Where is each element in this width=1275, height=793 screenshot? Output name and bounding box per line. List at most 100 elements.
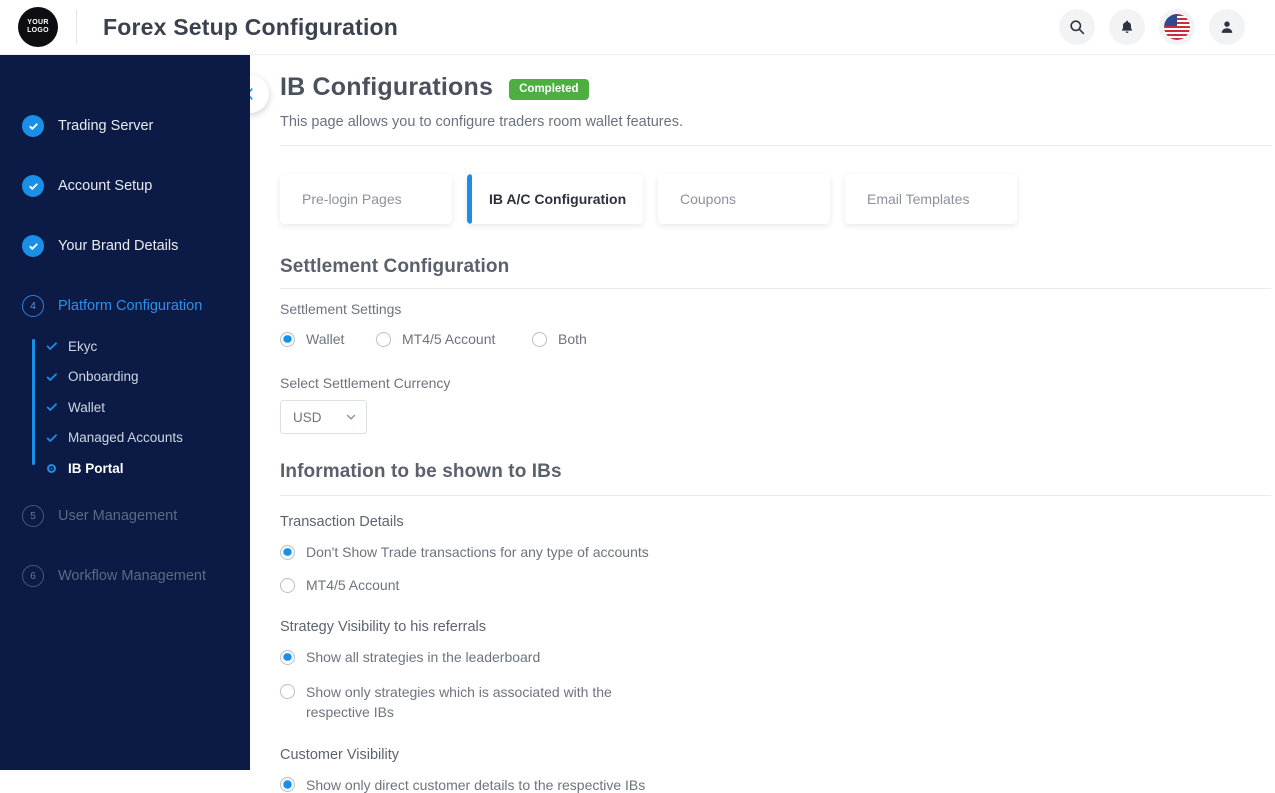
sidebar-item-your-brand-details[interactable]: Your Brand Details [0, 231, 250, 261]
sidebar-item-user-management[interactable]: 5 User Management [0, 501, 250, 531]
tab-bar: Pre-login Pages IB A/C Configuration Cou… [280, 174, 1275, 224]
radio-option-show-only-associated-strategies[interactable]: Show only strategies which is associated… [280, 682, 1275, 723]
tab-label: Email Templates [867, 191, 970, 207]
bell-icon[interactable] [1109, 9, 1145, 45]
radio-label: Wallet [306, 331, 345, 347]
radio-option-dont-show-trade-transactions[interactable]: Don't Show Trade transactions for any ty… [280, 544, 1275, 560]
sidebar-item-label: Platform Configuration [58, 298, 203, 314]
header-divider [76, 10, 77, 44]
radio-button[interactable] [376, 331, 391, 347]
radio-label: Show all strategies in the leaderboard [306, 649, 541, 665]
tab-coupons[interactable]: Coupons [658, 174, 830, 224]
sidebar-subitem-wallet[interactable]: Wallet [46, 396, 250, 418]
settlement-rule [280, 288, 1271, 289]
settlement-currency-label: Select Settlement Currency [280, 375, 451, 391]
sidebar-subnav: Ekyc Onboarding Wallet Managed Accounts [0, 335, 250, 479]
search-icon[interactable] [1059, 9, 1095, 45]
sidebar-subitem-label: Ekyc [68, 338, 98, 354]
logo[interactable]: YOUR LOGO [0, 7, 76, 47]
tab-email-templates[interactable]: Email Templates [845, 174, 1017, 224]
check-icon [22, 115, 44, 137]
logo-badge: YOUR LOGO [18, 7, 58, 47]
check-icon [46, 401, 60, 413]
settlement-section: Settlement Configuration Settlement Sett… [280, 256, 1275, 434]
transaction-details-radio-group: Don't Show Trade transactions for any ty… [280, 544, 1275, 593]
radio-option-show-all-strategies[interactable]: Show all strategies in the leaderboard [280, 649, 1275, 665]
customer-visibility-radio-group: Show only direct customer details to the… [280, 777, 1275, 793]
radio-button[interactable] [280, 777, 295, 793]
sidebar-item-label: Workflow Management [58, 568, 207, 584]
page-title: IB Configurations [280, 73, 494, 101]
settlement-settings-label: Settlement Settings [280, 301, 402, 317]
sidebar-subitem-onboarding[interactable]: Onboarding [46, 366, 250, 388]
status-badge: Completed [509, 79, 589, 100]
tab-ib-ac-configuration[interactable]: IB A/C Configuration [467, 174, 643, 224]
radio-label: Both [558, 331, 587, 347]
radio-button[interactable] [280, 544, 295, 560]
strategy-visibility-label: Strategy Visibility to his referrals [280, 619, 487, 635]
radio-button[interactable] [280, 649, 295, 665]
subnav-indicator-line [32, 339, 35, 465]
sidebar-item-workflow-management[interactable]: 6 Workflow Management [0, 561, 250, 591]
settlement-settings-radio-group: Wallet MT4/5 Account Both [280, 331, 1275, 347]
active-dot-icon [46, 463, 60, 473]
radio-option-both[interactable]: Both [532, 331, 587, 347]
sidebar-subitem-ekyc[interactable]: Ekyc [46, 335, 250, 357]
step-number-6: 6 [22, 565, 44, 587]
active-tab-indicator [467, 174, 472, 224]
radio-button[interactable] [532, 331, 547, 347]
check-icon [46, 432, 60, 444]
settlement-section-title: Settlement Configuration [280, 256, 510, 277]
tab-pre-login-pages[interactable]: Pre-login Pages [280, 174, 452, 224]
strategy-visibility-radio-group: Show all strategies in the leaderboard S… [280, 649, 1275, 723]
page-header: IB Configurations Completed This page al… [280, 55, 1275, 146]
check-icon [46, 340, 60, 352]
check-icon [22, 175, 44, 197]
information-rule [280, 495, 1271, 496]
top-bar-actions [1059, 9, 1245, 45]
sidebar-subitem-ib-portal[interactable]: IB Portal [46, 457, 250, 479]
user-icon[interactable] [1209, 9, 1245, 45]
radio-button[interactable] [280, 331, 295, 347]
settlement-currency-value: USD [293, 409, 322, 425]
radio-label: Don't Show Trade transactions for any ty… [306, 544, 649, 560]
step-number-5: 5 [22, 505, 44, 527]
sidebar-item-label: Account Setup [58, 178, 153, 194]
radio-option-wallet[interactable]: Wallet [280, 331, 376, 347]
sidebar-item-label: User Management [58, 508, 178, 524]
sidebar-item-account-setup[interactable]: Account Setup [0, 171, 250, 201]
flag-icon[interactable] [1159, 9, 1195, 45]
radio-option-show-direct-customer-details[interactable]: Show only direct customer details to the… [280, 777, 1275, 793]
logo-line-1: YOUR [27, 18, 49, 26]
top-bar: YOUR LOGO Forex Setup Configuration [0, 0, 1275, 55]
main-content: IB Configurations Completed This page al… [231, 55, 1275, 793]
radio-option-mt45-account[interactable]: MT4/5 Account [376, 331, 532, 347]
page-title-row: IB Configurations Completed [280, 73, 1275, 102]
us-flag [1164, 14, 1190, 40]
step-number-4: 4 [22, 295, 44, 317]
radio-button[interactable] [280, 577, 295, 593]
page-subtitle: This page allows you to configure trader… [280, 114, 683, 130]
tab-label: IB A/C Configuration [489, 191, 627, 207]
tab-label: Pre-login Pages [302, 191, 402, 207]
sidebar-item-platform-configuration[interactable]: 4 Platform Configuration [0, 291, 250, 321]
settlement-currency-select[interactable]: USD [280, 400, 367, 434]
sidebar-subitem-label: Managed Accounts [68, 430, 183, 445]
app-title: Forex Setup Configuration [103, 13, 399, 40]
customer-visibility-label: Customer Visibility [280, 746, 399, 763]
check-icon [46, 371, 60, 383]
radio-button[interactable] [280, 684, 295, 699]
sidebar-subitem-label: IB Portal [68, 460, 124, 476]
transaction-details-label: Transaction Details [280, 514, 404, 530]
sidebar: Trading Server Account Setup Your Brand … [0, 55, 250, 770]
information-section: Information to be shown to IBs Transacti… [280, 461, 1275, 793]
radio-label-multiline: Show only strategies which is associated… [306, 684, 612, 721]
sidebar-subitem-label: Onboarding [68, 369, 139, 384]
sidebar-item-label: Trading Server [58, 118, 154, 134]
sidebar-subitem-managed-accounts[interactable]: Managed Accounts [46, 427, 250, 449]
sidebar-item-trading-server[interactable]: Trading Server [0, 111, 250, 141]
header-rule [280, 145, 1271, 146]
sidebar-item-label: Your Brand Details [58, 238, 179, 254]
radio-option-transaction-mt45-account[interactable]: MT4/5 Account [280, 577, 1275, 593]
radio-label: MT4/5 Account [306, 577, 400, 593]
